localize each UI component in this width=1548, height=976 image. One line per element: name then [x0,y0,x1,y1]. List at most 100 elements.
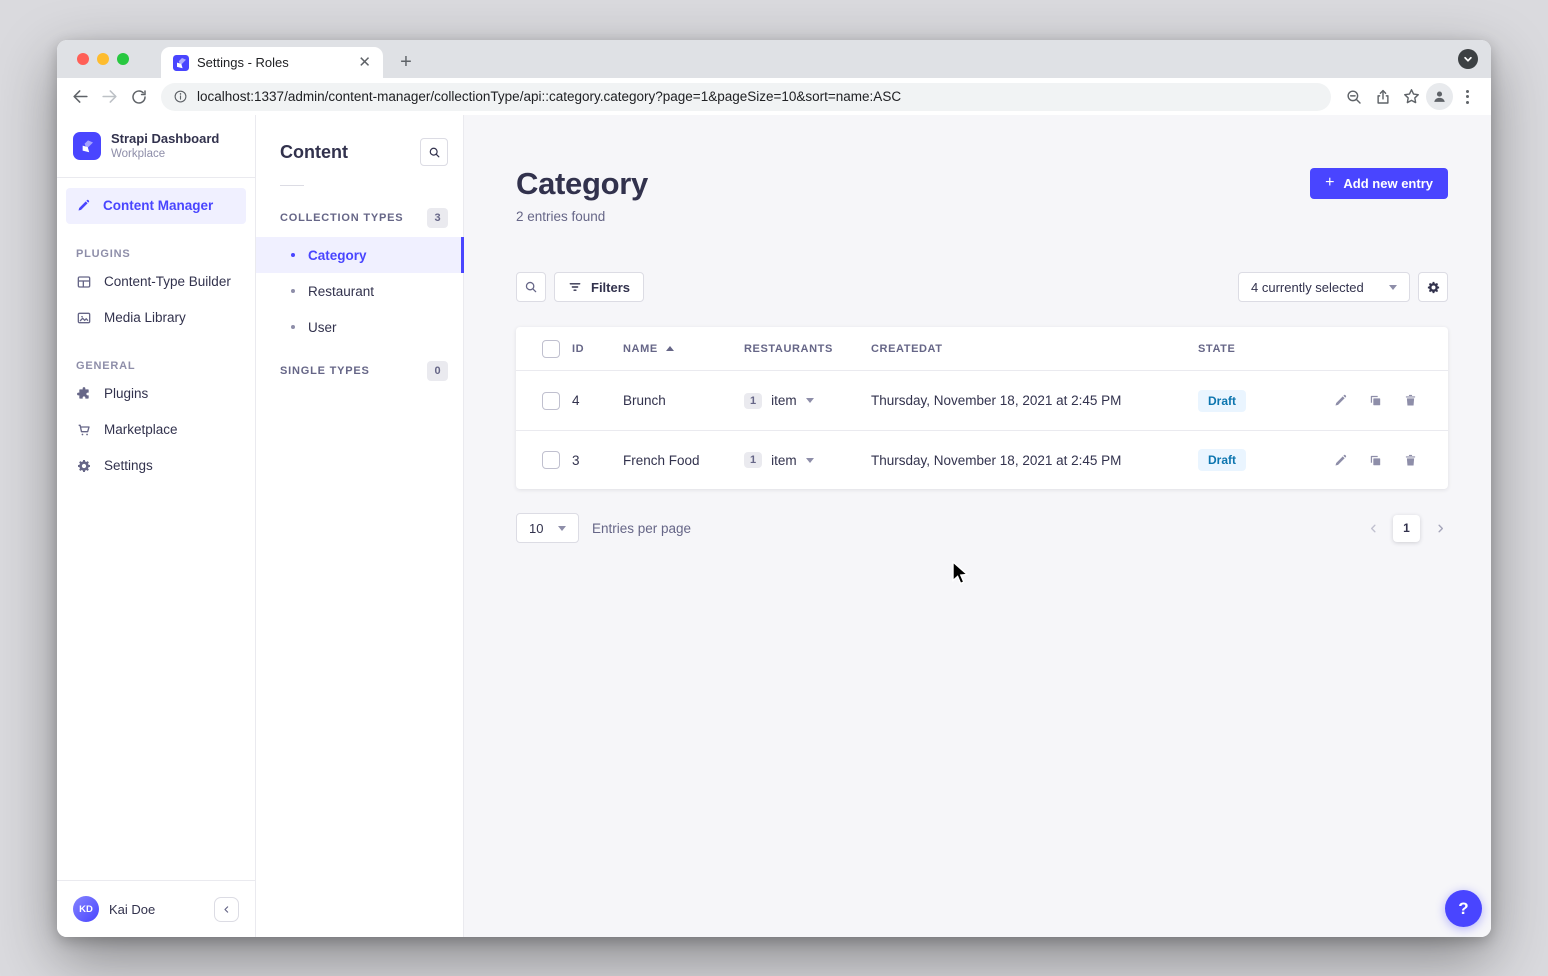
sidebar-item-content-type-builder[interactable]: Content-Type Builder [57,264,255,300]
cell-createdat: Thursday, November 18, 2021 at 2:45 PM [871,453,1198,468]
filters-label: Filters [591,280,630,295]
filters-button[interactable]: Filters [554,272,644,302]
row-checkbox[interactable] [542,451,560,469]
page-size-select[interactable]: 10 [516,513,579,543]
sidebar-item-media-library[interactable]: Media Library [57,300,255,336]
edit-button[interactable] [1332,452,1348,468]
help-button[interactable]: ? [1445,890,1482,927]
chevron-down-icon [558,526,566,531]
prev-page-button[interactable] [1365,520,1381,536]
table-row[interactable]: 3 French Food 1 item Thursday, November … [516,430,1448,489]
media-icon [76,310,92,326]
add-new-entry-button[interactable]: + Add new entry [1310,168,1448,199]
pen-icon [76,198,91,213]
table-row[interactable]: 4 Brunch 1 item Thursday, November 18, 2… [516,371,1448,430]
delete-button[interactable] [1402,393,1418,409]
close-window-button[interactable] [77,53,89,65]
edit-button[interactable] [1332,393,1348,409]
add-new-entry-label: Add new entry [1343,176,1433,191]
back-button[interactable] [66,82,95,111]
select-all-checkbox[interactable] [542,340,560,358]
chevron-right-icon [1435,523,1446,534]
cell-restaurants[interactable]: 1 item [744,393,871,409]
brand-subtitle: Workplace [111,147,219,161]
sidebar-item-settings[interactable]: Settings [57,448,255,484]
minimize-window-button[interactable] [97,53,109,65]
sidebar-item-content-manager[interactable]: Content Manager [66,188,246,224]
zoom-out-button[interactable] [1339,82,1368,111]
cell-id: 3 [572,453,623,468]
view-settings-button[interactable] [1418,272,1448,302]
sidebar-item-label: Content-Type Builder [104,274,231,289]
chevron-down-icon[interactable] [806,398,814,403]
delete-button[interactable] [1402,452,1418,468]
strapi-app: Strapi Dashboard Workplace Content Manag… [57,115,1491,937]
subnav-item-user[interactable]: User [256,309,463,345]
active-indicator [461,237,464,273]
sidebar-collapse-button[interactable] [214,897,239,922]
page-1-button[interactable]: 1 [1393,515,1420,542]
user-name: Kai Doe [109,902,204,917]
browser-window: Settings - Roles ✕ + localhost:1337/admi… [57,40,1491,937]
subnav-item-restaurant[interactable]: Restaurant [256,273,463,309]
new-tab-button[interactable]: + [393,49,419,75]
bullet-icon [291,325,295,329]
tab-strip: Settings - Roles ✕ + [57,40,1491,78]
pencil-icon [1333,393,1348,408]
tab-close-icon[interactable]: ✕ [358,55,371,70]
brand[interactable]: Strapi Dashboard Workplace [57,115,255,177]
sidebar-item-label: Settings [104,458,153,473]
zoom-window-button[interactable] [117,53,129,65]
row-actions [1319,452,1448,468]
reload-button[interactable] [124,82,153,111]
url-text: localhost:1337/admin/content-manager/col… [197,89,901,104]
column-header-name[interactable]: NAME [623,343,744,355]
fields-select[interactable]: 4 currently selected [1238,272,1410,302]
bullet-icon [291,289,295,293]
subnav-item-category[interactable]: Category [256,237,463,273]
chevron-down-icon[interactable] [806,458,814,463]
subnav-item-label: Category [308,248,367,263]
cell-name: French Food [623,453,744,468]
table-search-button[interactable] [516,272,546,302]
restaurants-count-badge: 1 [744,393,762,409]
entries-count: 2 entries found [516,209,648,224]
sidebar-item-marketplace[interactable]: Marketplace [57,412,255,448]
brand-title: Strapi Dashboard [111,131,219,147]
duplicate-button[interactable] [1367,452,1383,468]
row-actions [1319,393,1448,409]
bookmark-button[interactable] [1397,82,1426,111]
collection-types-count-badge: 3 [427,208,448,228]
state-badge: Draft [1198,390,1246,412]
sidebar-item-plugins[interactable]: Plugins [57,376,255,412]
row-checkbox[interactable] [542,392,560,410]
info-circle-icon[interactable] [173,89,188,104]
sort-ascending-icon [666,346,674,351]
browser-tab[interactable]: Settings - Roles ✕ [161,47,383,78]
duplicate-button[interactable] [1367,393,1383,409]
column-header-state[interactable]: STATE [1198,343,1319,355]
subnav-divider [280,185,304,186]
restaurants-unit-label: item [771,393,797,408]
next-page-button[interactable] [1432,520,1448,536]
column-header-createdat[interactable]: CREATEDAT [871,343,1198,355]
column-header-restaurants[interactable]: RESTAURANTS [744,343,871,355]
column-header-id[interactable]: ID [572,343,623,355]
person-icon [1431,88,1448,105]
sidebar-section-plugins-label: PLUGINS [57,224,255,264]
cell-restaurants[interactable]: 1 item [744,452,871,468]
content-subnav: Content COLLECTION TYPES 3 Category Rest… [256,115,464,937]
browser-menu-button[interactable] [1453,82,1482,111]
forward-button[interactable] [95,82,124,111]
url-bar[interactable]: localhost:1337/admin/content-manager/col… [161,83,1331,111]
share-icon [1374,88,1392,106]
user-avatar[interactable]: KD [73,896,99,922]
reload-icon [130,88,148,106]
traffic-lights [77,53,129,65]
tab-search-button[interactable] [1458,49,1478,69]
content-search-button[interactable] [420,138,448,166]
share-button[interactable] [1368,82,1397,111]
cell-createdat: Thursday, November 18, 2021 at 2:45 PM [871,393,1198,408]
search-icon [428,146,441,159]
browser-profile-button[interactable] [1426,83,1453,110]
